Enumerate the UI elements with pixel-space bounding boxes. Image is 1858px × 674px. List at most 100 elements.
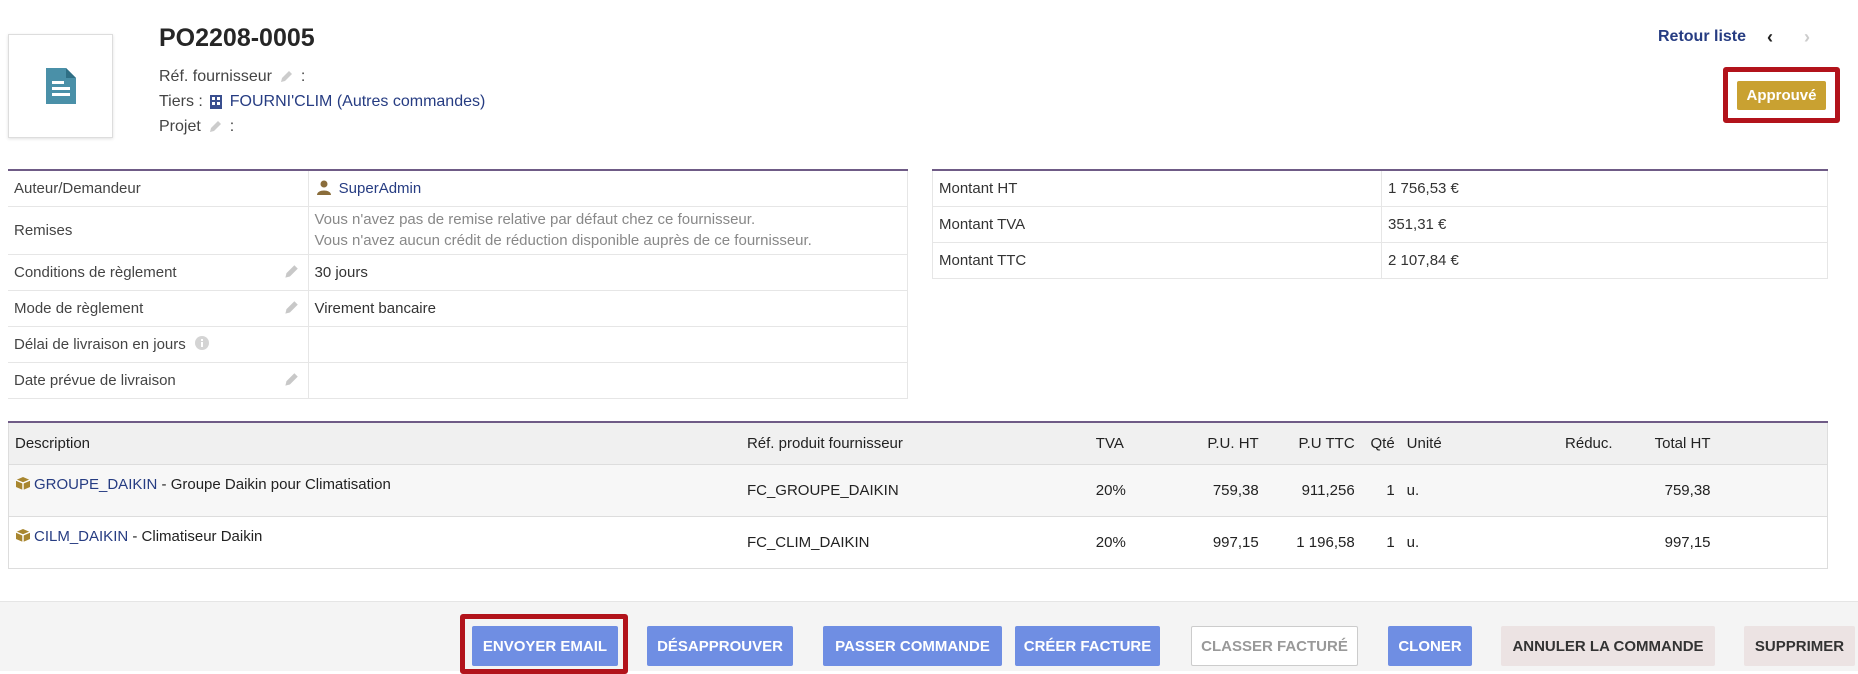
line-pu-ttc: 911,256 [1264, 464, 1361, 517]
pencil-icon[interactable] [278, 69, 294, 85]
amount-ht-row: Montant HT 1 756,53 € [932, 170, 1828, 207]
ref-supplier-line: Réf. fournisseur : [159, 68, 306, 85]
delivery-date-label-cell: Date prévue de livraison [8, 362, 309, 399]
product-box-icon [15, 528, 31, 542]
tiers-label: Tiers : [159, 93, 203, 110]
line-unit: u. [1400, 464, 1509, 517]
author-link[interactable]: SuperAdmin [339, 180, 422, 197]
line-qty: 1 [1360, 464, 1401, 517]
pencil-icon[interactable] [282, 299, 300, 317]
line-pu-ht: 759,38 [1173, 464, 1265, 517]
payment-mode-label: Mode de règlement [14, 299, 144, 317]
col-total-ht: Total HT [1618, 421, 1717, 465]
tiers-link[interactable]: FOURNI'CLIM [230, 93, 333, 110]
col-unit: Unité [1400, 421, 1509, 465]
document-icon [8, 34, 113, 138]
discounts-row: Remises Vous n'avez pas de remise relati… [8, 206, 908, 255]
col-ref-supplier: Réf. produit fournisseur [740, 421, 1090, 465]
line-ref: FC_GROUPE_DAIKIN [740, 464, 1090, 517]
lines-header-row: Description Réf. produit fournisseur TVA… [7, 421, 1828, 465]
line-description: GROUPE_DAIKIN - Groupe Daikin pour Clima… [7, 464, 741, 517]
delivery-delay-label-cell: Délai de livraison en jours [8, 326, 309, 363]
product-box-icon [15, 476, 31, 490]
line-description: CILM_DAIKIN - Climatiseur Daikin [7, 516, 741, 569]
col-description: Description [7, 421, 741, 465]
line-tva: 20% [1089, 464, 1174, 517]
table-row[interactable]: GROUPE_DAIKIN - Groupe Daikin pour Clima… [7, 464, 1828, 517]
building-icon [210, 94, 223, 109]
line-ref: FC_CLIM_DAIKIN [740, 516, 1090, 569]
delivery-date-row: Date prévue de livraison [8, 362, 908, 399]
payment-terms-label: Conditions de règlement [14, 263, 177, 281]
cancel-order-button[interactable]: ANNULER LA COMMANDE [1501, 626, 1715, 666]
project-label: Projet [159, 118, 201, 135]
discount-relative-text: Vous n'avez pas de remise relative par d… [314, 211, 756, 228]
delivery-delay-value [308, 326, 908, 363]
status-badge: Approuvé [1737, 81, 1826, 110]
col-qty: Qté [1360, 421, 1401, 465]
discounts-label: Remises [8, 206, 309, 255]
disapprove-button[interactable]: DÉSAPPROUVER [647, 626, 793, 666]
line-pu-ht: 997,15 [1173, 516, 1265, 569]
line-discount [1508, 464, 1619, 517]
order-info-table: Auteur/Demandeur SuperAdmin Remises Vous… [8, 169, 908, 399]
user-icon [316, 180, 331, 195]
info-icon [194, 336, 209, 350]
send-email-button[interactable]: ENVOYER EMAIL [472, 626, 618, 666]
col-tva: TVA [1089, 421, 1174, 465]
line-actions [1716, 464, 1828, 517]
ref-supplier-label: Réf. fournisseur [159, 68, 272, 85]
product-link[interactable]: GROUPE_DAIKIN [34, 476, 157, 493]
status-highlight: Approuvé [1723, 67, 1840, 123]
place-order-button[interactable]: PASSER COMMANDE [823, 626, 1002, 666]
other-orders-link[interactable]: (Autres commandes) [337, 93, 486, 110]
line-unit: u. [1400, 516, 1509, 569]
line-total-ht: 997,15 [1618, 516, 1717, 569]
line-discount [1508, 516, 1619, 569]
tiers-line: Tiers : FOURNI'CLIM (Autres commandes) [159, 93, 485, 111]
author-label: Auteur/Demandeur [8, 170, 309, 207]
amounts-table: Montant HT 1 756,53 € Montant TVA 351,31… [932, 169, 1828, 279]
payment-mode-row: Mode de règlement Virement bancaire [8, 290, 908, 327]
amount-ht-label: Montant HT [932, 170, 1382, 207]
clone-button[interactable]: CLONER [1388, 626, 1472, 666]
line-pu-ttc: 1 196,58 [1264, 516, 1361, 569]
amount-tva-label: Montant TVA [932, 206, 1382, 243]
delivery-date-value [308, 362, 908, 399]
pencil-icon[interactable] [207, 119, 223, 135]
line-actions [1716, 516, 1828, 569]
amount-ttc-row: Montant TTC 2 107,84 € [932, 242, 1828, 279]
product-link[interactable]: CILM_DAIKIN [34, 528, 128, 545]
amount-ttc-label: Montant TTC [932, 242, 1382, 279]
delivery-date-label: Date prévue de livraison [14, 371, 176, 389]
payment-mode-value: Virement bancaire [308, 290, 908, 327]
table-row[interactable]: CILM_DAIKIN - Climatiseur Daikin FC_CLIM… [7, 516, 1828, 569]
pencil-icon[interactable] [282, 263, 300, 281]
order-lines: Description Réf. produit fournisseur TVA… [7, 421, 1828, 569]
author-value: SuperAdmin [308, 170, 908, 207]
create-invoice-button[interactable]: CRÉER FACTURE [1015, 626, 1160, 666]
line-qty: 1 [1360, 516, 1401, 569]
amount-tva-row: Montant TVA 351,31 € [932, 206, 1828, 243]
payment-terms-label-cell: Conditions de règlement [8, 254, 309, 291]
col-pu-ttc: P.U TTC [1264, 421, 1361, 465]
line-tva: 20% [1089, 516, 1174, 569]
project-line: Projet : [159, 118, 235, 135]
payment-terms-row: Conditions de règlement 30 jours [8, 254, 908, 291]
delivery-delay-row: Délai de livraison en jours [8, 326, 908, 363]
amount-ht-value: 1 756,53 € [1381, 170, 1828, 207]
amount-ttc-value: 2 107,84 € [1381, 242, 1828, 279]
pencil-icon[interactable] [282, 371, 300, 389]
delete-button[interactable]: SUPPRIMER [1744, 626, 1855, 666]
col-pu-ht: P.U. HT [1173, 421, 1265, 465]
delivery-delay-label: Délai de livraison en jours [14, 336, 186, 353]
amount-tva-value: 351,31 € [1381, 206, 1828, 243]
payment-mode-label-cell: Mode de règlement [8, 290, 309, 327]
line-total-ht: 759,38 [1618, 464, 1717, 517]
product-label: - Climatiseur Daikin [128, 527, 263, 545]
back-to-list-link[interactable]: Retour liste [1658, 28, 1746, 46]
chevron-left-icon[interactable]: ‹ [1767, 27, 1773, 48]
author-row: Auteur/Demandeur SuperAdmin [8, 170, 908, 207]
chevron-right-icon[interactable]: › [1804, 27, 1810, 48]
payment-terms-value: 30 jours [308, 254, 908, 291]
